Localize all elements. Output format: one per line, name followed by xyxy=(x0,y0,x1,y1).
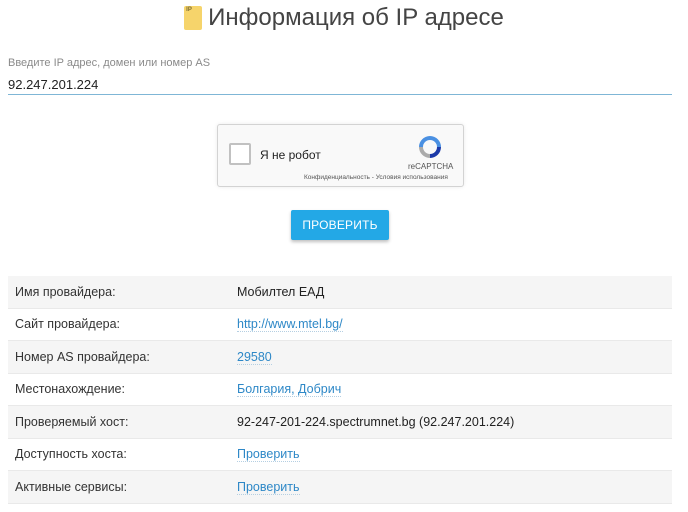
recaptcha-brand: reCAPTCHA xyxy=(408,162,454,171)
info-row: Доступность хоста: Проверить xyxy=(8,439,672,471)
info-value-link[interactable]: 29580 xyxy=(237,349,672,365)
ip-search-input[interactable] xyxy=(8,74,672,95)
page-title-bar: IP Информация об IP адресе xyxy=(0,0,688,36)
info-key: Номер AS провайдера: xyxy=(15,349,150,364)
ip-info-table: Имя провайдера: Мобилтел ЕАД Сайт провайде… xyxy=(8,276,672,504)
info-value-link[interactable]: http://www.mtel.bg/ xyxy=(237,317,672,333)
info-key: Активные сервисы: xyxy=(15,479,128,494)
info-row: Сайт провайдера: http://www.mtel.bg/ xyxy=(8,309,672,341)
info-value-link[interactable]: Проверить xyxy=(237,479,672,495)
info-link-text[interactable]: Болгария, Добрич xyxy=(237,382,342,398)
info-value: 92-247-201-224.spectrumnet.bg (92.247.20… xyxy=(237,414,515,429)
recaptcha-logo-icon xyxy=(419,136,441,158)
recaptcha-checkbox[interactable] xyxy=(229,143,251,165)
recaptcha-widget: Я не робот reCAPTCHA Конфиденциальность … xyxy=(217,124,464,187)
info-value-link[interactable]: Болгария, Добрич xyxy=(237,382,672,398)
info-link-text[interactable]: 29580 xyxy=(237,349,272,365)
info-value-link[interactable]: Проверить xyxy=(237,447,672,463)
recaptcha-label: Я не робот xyxy=(260,148,321,162)
search-label: Введите IP адрес, домен или номер AS xyxy=(8,57,211,69)
info-link-text[interactable]: http://www.mtel.bg/ xyxy=(237,317,343,333)
info-link-text[interactable]: Проверить xyxy=(237,447,300,463)
info-value: Мобилтел ЕАД xyxy=(237,284,325,299)
info-key: Доступность хоста: xyxy=(15,447,127,462)
info-row: Имя провайдера: Мобилтел ЕАД xyxy=(8,276,672,309)
info-row: Активные сервисы: Проверить xyxy=(8,471,672,504)
recaptcha-links[interactable]: Конфиденциальность - Условия использован… xyxy=(304,174,448,181)
page-title: Информация об IP адресе xyxy=(208,4,504,31)
document-ip-icon: IP xyxy=(184,6,203,30)
info-key: Местонахождение: xyxy=(15,382,125,397)
info-row: Проверяемый хост: 92-247-201-224.spectrum… xyxy=(8,406,672,439)
info-key: Имя провайдера: xyxy=(15,284,116,299)
info-key: Проверяемый хост: xyxy=(15,414,129,429)
check-button[interactable]: ПРОВЕРИТЬ xyxy=(291,210,389,240)
info-link-text[interactable]: Проверить xyxy=(237,479,300,495)
info-row: Местонахождение: Болгария, Добрич xyxy=(8,374,672,406)
info-row: Номер AS провайдера: 29580 xyxy=(8,341,672,374)
info-key: Сайт провайдера: xyxy=(15,317,121,332)
